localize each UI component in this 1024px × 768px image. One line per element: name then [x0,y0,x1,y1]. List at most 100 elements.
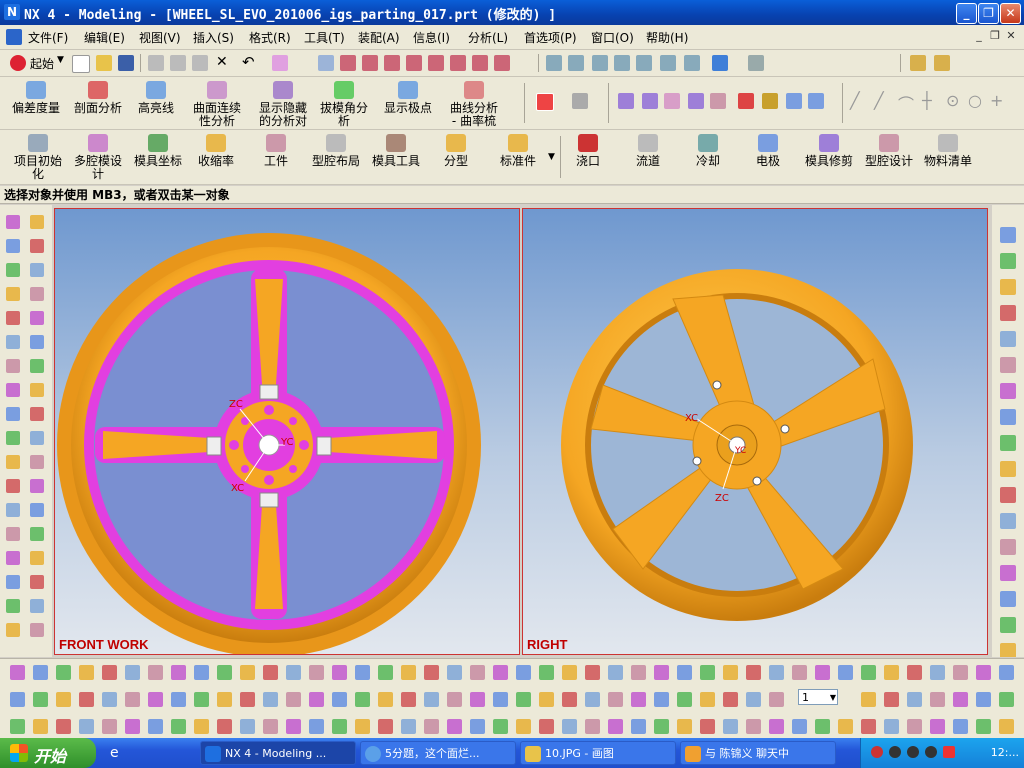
menu-view[interactable]: 视图(V) [139,29,181,46]
toolbar-tool-icon[interactable] [677,665,692,680]
curve-tool-1-icon[interactable] [738,93,754,109]
snap-mid-icon[interactable] [362,55,378,71]
toolbar-tool-icon[interactable] [976,719,991,734]
toolbar-tool-icon[interactable] [907,692,922,707]
toolbar-tool-icon[interactable] [194,719,209,734]
toolbar-tool-icon[interactable] [861,665,876,680]
feature-tool-icon[interactable] [30,239,44,253]
menu-analysis[interactable]: 分析(L) [468,29,508,46]
feature-tool-icon[interactable] [30,527,44,541]
line-icon[interactable]: ╱ [850,91,860,110]
toolbar-tool-icon[interactable] [907,719,922,734]
toolbar-tool-icon[interactable] [424,665,439,680]
feature-tool-icon[interactable] [30,311,44,325]
mold-csys-button[interactable]: 模具坐标 [130,134,186,168]
toolbar-tool-icon[interactable] [148,719,163,734]
copy-icon[interactable] [170,55,186,71]
resource-tab-icon[interactable] [1000,331,1016,347]
toolbar-tool-icon[interactable] [493,665,508,680]
paste-icon[interactable] [192,55,208,71]
toolbar-tool-icon[interactable] [654,692,669,707]
toolbar-tool-icon[interactable] [631,692,646,707]
toolbar-tool-icon[interactable] [10,692,25,707]
undo-icon[interactable]: ↶ [242,53,255,71]
toolbar-tool-icon[interactable] [907,665,922,680]
cut-icon[interactable] [148,55,164,71]
toolbar-tool-icon[interactable] [33,692,48,707]
wheel-right-model[interactable]: XC ZC YC [523,209,987,654]
resource-tab-icon[interactable] [1000,253,1016,269]
surface-tool-1-icon[interactable] [618,93,634,109]
toolbar-tool-icon[interactable] [516,692,531,707]
curve-analysis-button[interactable]: 曲线分析 - 曲率梳 [442,81,506,128]
feature-tool-icon[interactable] [6,287,20,301]
cross-icon[interactable]: ┼ [922,91,932,110]
circle-center-icon[interactable]: ⊙ [946,91,959,110]
toolbar-tool-icon[interactable] [102,692,117,707]
multi-cavity-button[interactable]: 多腔模设 计 [68,134,128,181]
resource-tab-icon[interactable] [1000,461,1016,477]
toolbar-tool-icon[interactable] [171,665,186,680]
resource-tab-icon[interactable] [1000,565,1016,581]
task-paint[interactable]: 10.JPG - 画图 [520,741,676,765]
toolbar-tool-icon[interactable] [355,665,370,680]
feature-tool-icon[interactable] [30,287,44,301]
toolbar-tool-icon[interactable] [309,719,324,734]
electrode-button[interactable]: 电极 [750,134,786,168]
toolbar-tool-icon[interactable] [378,692,393,707]
toolbar-tool-icon[interactable] [930,692,945,707]
resource-tab-icon[interactable] [1000,617,1016,633]
toolbar-tool-icon[interactable] [79,719,94,734]
toolbar-tool-icon[interactable] [401,692,416,707]
toolbar-tool-icon[interactable] [470,665,485,680]
tray-icon-2[interactable] [889,746,901,758]
snap-center-icon[interactable] [428,55,444,71]
feature-tool-icon[interactable] [30,263,44,277]
task-chat[interactable]: 与 陈锦义 聊天中 [680,741,836,765]
toolbar-tool-icon[interactable] [447,719,462,734]
open-folder-icon[interactable] [96,55,112,71]
toolbar-tool-icon[interactable] [861,719,876,734]
toolbar-tool-icon[interactable] [930,665,945,680]
parting-button[interactable]: 分型 [436,134,476,168]
toolbar-tool-icon[interactable] [171,692,186,707]
toolbar-tool-icon[interactable] [493,692,508,707]
orient-view-icon[interactable] [748,55,764,71]
toolbar-tool-icon[interactable] [746,719,761,734]
toolbar-tool-icon[interactable] [79,692,94,707]
task-nx-modeling[interactable]: NX 4 - Modeling ... [200,741,356,765]
rotate-icon[interactable] [636,55,652,71]
toolbar-tool-icon[interactable] [470,719,485,734]
surface-tool-3-icon[interactable] [664,93,680,109]
menu-insert[interactable]: 插入(S) [193,29,234,46]
surface-continuity-button[interactable]: 曲面连续 性分析 [186,81,248,128]
deviation-gauge-button[interactable]: 偏差度量 [6,81,66,115]
snap-curve-icon[interactable] [494,55,510,71]
resource-tab-icon[interactable] [1000,539,1016,555]
zoom-box-icon[interactable] [568,55,584,71]
bill-of-materials-button[interactable]: 物料清单 [920,134,976,168]
toolbar-tool-icon[interactable] [769,665,784,680]
feature-tool-icon[interactable] [6,335,20,349]
toolbar-tool-icon[interactable] [10,719,25,734]
gate-button[interactable]: 浇口 [570,134,606,168]
toolbar-tool-icon[interactable] [401,665,416,680]
toolbar-tool-icon[interactable] [608,692,623,707]
resource-tab-icon[interactable] [1000,513,1016,529]
snap-quadrant-icon[interactable] [450,55,466,71]
toolbar-tool-icon[interactable] [217,692,232,707]
toolbar-tool-icon[interactable] [884,692,899,707]
feature-tool-icon[interactable] [30,575,44,589]
toolbar-tool-icon[interactable] [700,719,715,734]
toolbar-tool-icon[interactable] [56,719,71,734]
toolbar-tool-icon[interactable] [562,692,577,707]
viewport-right[interactable]: XC ZC YC RIGHT [522,208,988,655]
toolbar-tool-icon[interactable] [562,665,577,680]
toolbar-tool-icon[interactable] [700,665,715,680]
toolbar-tool-icon[interactable] [332,665,347,680]
resource-tab-icon[interactable] [1000,643,1016,659]
vector-icon[interactable] [572,93,588,109]
feature-tool-icon[interactable] [6,623,20,637]
new-file-icon[interactable] [72,55,90,73]
toolbar-tool-icon[interactable] [999,719,1014,734]
